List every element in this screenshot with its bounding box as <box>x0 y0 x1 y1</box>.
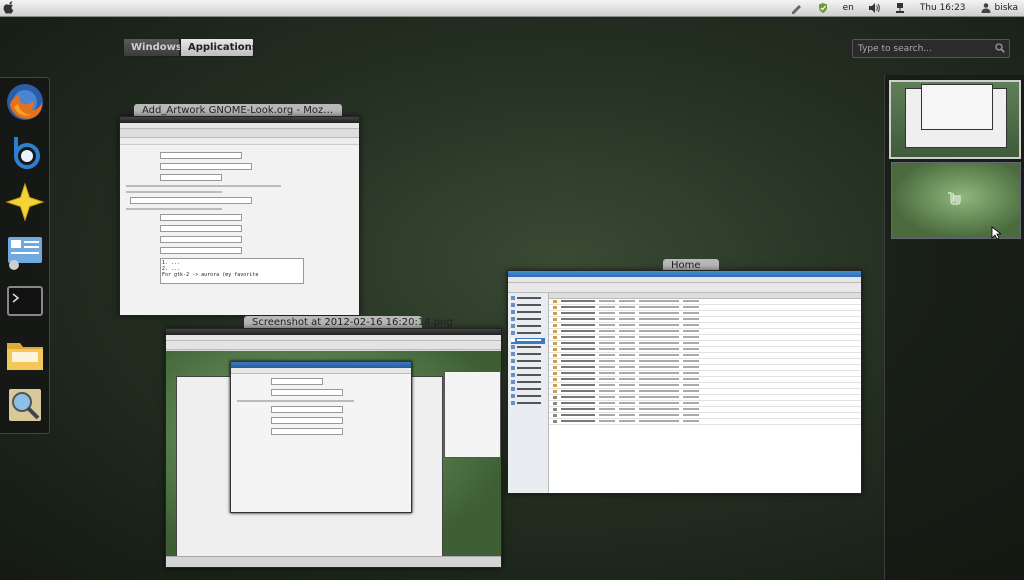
form-field <box>160 152 242 159</box>
dock-item-firefox[interactable] <box>4 81 46 123</box>
form-field <box>160 163 252 170</box>
form-line <box>126 191 222 193</box>
textarea-line: For gtk-2 -> aurora (my favorite <box>162 272 259 278</box>
mint-logo-icon <box>948 192 961 205</box>
speaker-icon[interactable] <box>868 2 880 14</box>
firefox-icon <box>7 84 43 120</box>
mouse-cursor-icon <box>991 226 1001 240</box>
dock-item-system-settings[interactable] <box>4 231 46 273</box>
form-line <box>126 208 222 210</box>
search-input[interactable] <box>856 41 990 57</box>
folder-icon <box>7 343 43 370</box>
dock <box>0 77 50 434</box>
window-toolbar <box>508 283 861 293</box>
window-toolbar <box>120 129 359 138</box>
music-player-icon <box>14 137 40 169</box>
file-list <box>549 293 861 493</box>
window-toolbar <box>166 341 501 350</box>
form-field <box>160 236 242 243</box>
window-form-content: 1. ... 2. ... For gtk-2 -> aurora (my fa… <box>120 145 359 284</box>
form-line <box>126 185 282 187</box>
image-viewer-icon <box>9 389 41 421</box>
user-icon[interactable] <box>980 2 992 14</box>
view-toggle: Windows Applications <box>123 38 258 57</box>
username[interactable]: biska <box>995 0 1018 16</box>
dock-item-terminal[interactable] <box>4 281 46 323</box>
nested-chat-window <box>444 371 501 458</box>
form-field <box>160 174 222 181</box>
form-field <box>160 214 242 221</box>
dock-item-starred[interactable] <box>4 181 46 223</box>
clock[interactable]: Thu 16:23 <box>920 0 966 16</box>
shield-check-icon[interactable] <box>817 2 829 14</box>
search-icon <box>995 43 1005 53</box>
network-icon[interactable] <box>894 2 906 14</box>
form-field <box>160 225 242 232</box>
settings-panel-icon <box>8 237 42 270</box>
description-textarea: 1. ... 2. ... For gtk-2 -> aurora (my fa… <box>160 258 304 284</box>
applications-toggle-button[interactable]: Applications <box>180 38 258 57</box>
file-manager-sidebar <box>508 293 549 493</box>
nested-firefox <box>230 361 412 513</box>
workspace-1[interactable] <box>889 80 1021 159</box>
apple-logo-icon[interactable] <box>3 1 15 14</box>
dock-item-image-viewer[interactable] <box>4 384 46 426</box>
workspace-2[interactable] <box>891 162 1021 239</box>
search-box <box>852 39 1010 58</box>
form-field <box>160 247 242 254</box>
screenshot-image <box>166 351 501 567</box>
dock-item-banshee[interactable] <box>4 131 46 173</box>
star-icon <box>5 182 45 222</box>
language-indicator[interactable]: en <box>843 0 854 16</box>
workspace-window-preview <box>921 84 993 130</box>
window-bookmarks <box>120 138 359 145</box>
dock-item-files[interactable] <box>4 334 46 376</box>
window-statusbar <box>166 556 501 567</box>
window-thumbnail-firefox[interactable]: 1. ... 2. ... For gtk-2 -> aurora (my fa… <box>119 116 360 316</box>
windows-toggle-button[interactable]: Windows <box>123 38 182 57</box>
form-field <box>130 197 252 204</box>
top-panel: en Thu 16:23 biska <box>0 0 1024 17</box>
window-thumbnail-screenshot[interactable] <box>165 328 502 568</box>
window-thumbnail-home[interactable] <box>507 270 862 494</box>
terminal-icon <box>7 286 43 316</box>
workspace-switcher <box>884 75 1024 580</box>
pencil-icon[interactable] <box>791 2 803 14</box>
